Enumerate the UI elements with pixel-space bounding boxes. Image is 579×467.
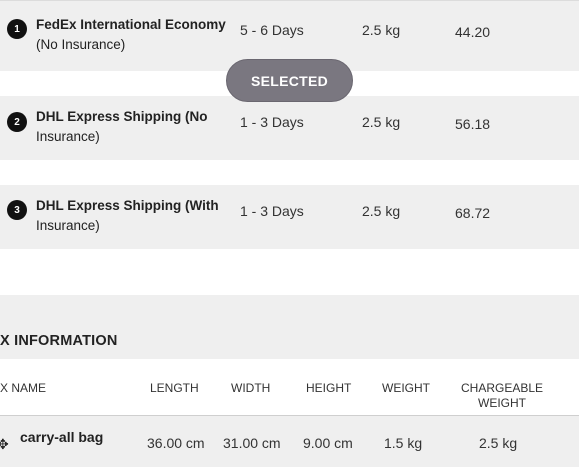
delivery-days: 1 - 3 Days — [240, 114, 304, 130]
box-name-cell: carry-all bag — [20, 429, 104, 445]
shipment-weight: 2.5 kg — [362, 22, 401, 38]
col-header-weight: WEIGHT — [382, 381, 430, 395]
service-name-line2: (No Insurance) — [36, 37, 126, 52]
delivery-days: 5 - 6 Days — [240, 22, 304, 38]
shipment-weight: 2.5 kg — [362, 114, 401, 130]
col-header-length: LENGTH — [150, 381, 199, 395]
service-name-line2: Insurance) — [36, 218, 100, 233]
col-header-chargeable-line1: CHARGEABLE — [460, 381, 544, 395]
service-name: FedEx International Economy (No Insuranc… — [36, 15, 228, 55]
length-cell: 36.00 cm — [147, 435, 205, 451]
service-name: DHL Express Shipping (With Insurance) — [36, 196, 228, 236]
service-name-line1: DHL Express Shipping (No — [36, 109, 208, 124]
col-header-width: WIDTH — [231, 381, 271, 395]
service-name-line1: DHL Express Shipping (With — [36, 198, 219, 213]
shipping-option-2[interactable]: 2 DHL Express Shipping (No Insurance) 1 … — [0, 96, 579, 160]
shipping-option-3[interactable]: 3 DHL Express Shipping (With Insurance) … — [0, 185, 579, 249]
shipping-price: 56.18 — [455, 116, 491, 132]
service-name-line1: FedEx International Economy — [36, 17, 226, 32]
option-number-badge: 2 — [7, 112, 27, 132]
col-header-chargeable-weight: CHARGEABLE WEIGHT — [452, 381, 552, 411]
delivery-days: 1 - 3 Days — [240, 203, 304, 219]
chargeable-weight-cell: 2.5 kg — [479, 435, 518, 451]
service-name: DHL Express Shipping (No Insurance) — [36, 107, 228, 147]
col-header-chargeable-line2: WEIGHT — [478, 396, 526, 410]
shipment-weight: 2.5 kg — [362, 203, 401, 219]
shipping-price: 44.20 — [455, 24, 491, 40]
service-name-line2: Insurance) — [36, 129, 100, 144]
col-header-height: HEIGHT — [306, 381, 352, 395]
col-header-box-name: X NAME — [0, 381, 47, 395]
option-number-badge: 3 — [7, 200, 27, 220]
option-number-badge: 1 — [7, 19, 27, 39]
selected-button[interactable]: SELECTED — [226, 59, 353, 102]
box-info-header-band — [0, 295, 579, 359]
box-info-title: X INFORMATION — [0, 333, 118, 349]
shipping-price: 68.72 — [455, 205, 491, 221]
width-cell: 31.00 cm — [223, 435, 281, 451]
dropbox-icon: ✥ — [0, 436, 9, 452]
height-cell: 9.00 cm — [303, 435, 353, 451]
weight-cell: 1.5 kg — [384, 435, 423, 451]
